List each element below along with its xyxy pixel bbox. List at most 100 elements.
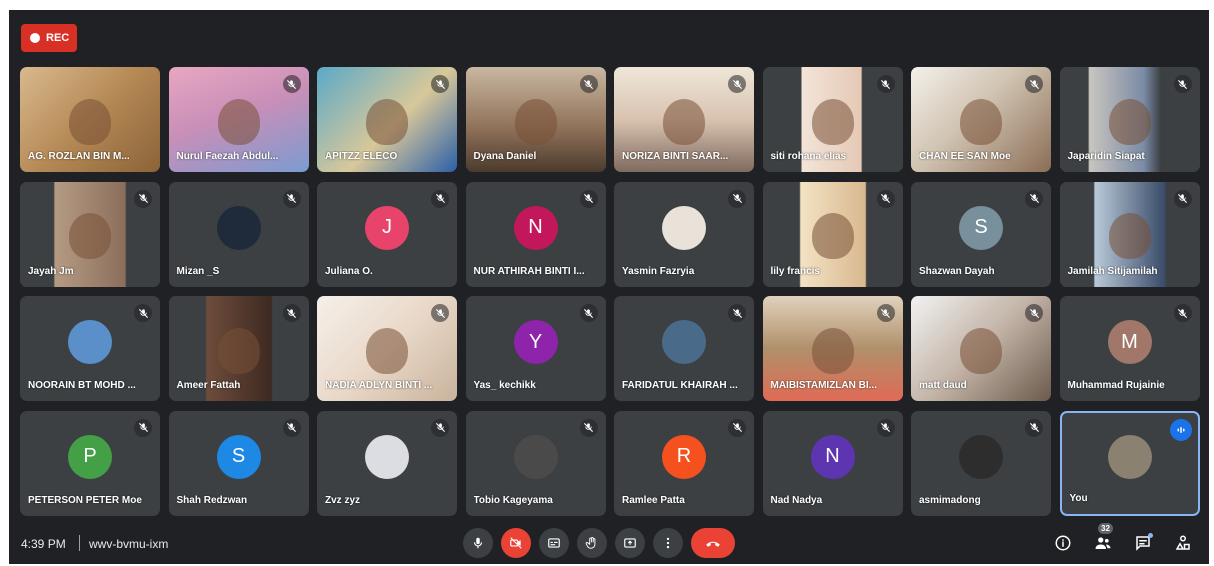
end-call-button[interactable]	[691, 528, 735, 558]
avatar-photo	[662, 320, 706, 365]
participant-name: Zvz zyz	[325, 494, 361, 506]
participant-tile[interactable]: Yasmin Fazryia	[614, 181, 754, 287]
participant-tile[interactable]: APITZZ ELECO	[317, 67, 457, 172]
participant-tile[interactable]: Jamilah Sitijamilah	[1059, 181, 1200, 287]
avatar-initial: P	[68, 434, 112, 479]
participant-name: NORIZA BINTI SAAR...	[622, 151, 729, 162]
mic-off-icon	[728, 304, 746, 322]
participant-tile[interactable]: Dyana Daniel	[465, 67, 606, 172]
info-button[interactable]	[1053, 533, 1073, 553]
mic-off-icon	[876, 189, 895, 208]
participant-tile[interactable]: You	[1059, 410, 1200, 516]
avatar-photo	[513, 434, 558, 479]
participant-tile[interactable]: Ameer Fattah	[168, 296, 309, 401]
participant-face	[1108, 213, 1151, 259]
mic-off-icon	[282, 189, 301, 208]
mic-off-icon	[579, 75, 598, 93]
participant-tile[interactable]: NOORAIN BT MOHD ...	[20, 296, 160, 401]
participant-tile[interactable]: P PETERSON PETER Moe	[20, 410, 160, 516]
participant-face	[217, 327, 260, 374]
participant-tile[interactable]: S Shazwan Dayah	[911, 181, 1051, 287]
mic-off-icon	[1025, 75, 1043, 93]
mic-off-icon	[1173, 75, 1192, 93]
participant-tile[interactable]: lily francis	[762, 181, 903, 287]
participant-tile[interactable]: Jayah Jm	[20, 181, 160, 287]
participant-face	[69, 213, 111, 259]
participant-tile[interactable]: Y Yas_ kechikk	[465, 296, 606, 401]
mic-button[interactable]	[463, 528, 493, 558]
participant-name: Mizan _S	[176, 265, 220, 277]
chat-button[interactable]	[1133, 533, 1153, 553]
mic-off-icon	[431, 418, 449, 437]
participant-tile[interactable]: NORIZA BINTI SAAR...	[614, 67, 754, 172]
end-call-icon	[706, 541, 720, 547]
info-icon	[1055, 535, 1071, 551]
mic-off-icon	[728, 189, 746, 208]
participant-tile[interactable]: N Nad Nadya	[762, 410, 903, 516]
meeting-time: 4:39 PM	[21, 537, 66, 551]
participant-tile[interactable]: Zvz zyz	[317, 410, 457, 516]
mic-off-icon	[282, 304, 301, 322]
participant-tile[interactable]: siti rohana elias	[762, 67, 903, 172]
participant-face	[69, 98, 111, 145]
participant-tile[interactable]: MAIBISTAMIZLAN BI...	[762, 296, 903, 401]
mic-off-icon	[431, 304, 449, 322]
participant-name: Nurul Faezah Abdul...	[176, 151, 279, 162]
mic-off-icon	[876, 418, 895, 437]
participant-name: NUR ATHIRAH BINTI I...	[473, 265, 585, 277]
participant-tile[interactable]: Tobio Kageyama	[465, 410, 606, 516]
participant-name: asmimadong	[919, 494, 981, 506]
participant-tile[interactable]: Mizan _S	[168, 181, 309, 287]
avatar-initial: R	[662, 434, 706, 479]
participant-name: Japaridin Siapat	[1067, 151, 1145, 162]
participant-tile[interactable]: Japaridin Siapat	[1059, 67, 1200, 172]
participant-name: Yasmin Fazryia	[622, 265, 695, 277]
recording-badge: REC	[21, 24, 77, 52]
record-dot-icon	[30, 33, 40, 43]
mic-off-icon	[1173, 189, 1192, 208]
people-icon	[1095, 537, 1111, 549]
people-count-badge: 32	[1098, 523, 1113, 534]
participant-face	[811, 98, 854, 145]
participant-tile[interactable]: R Ramlee Patta	[614, 410, 754, 516]
mic-off-icon	[728, 418, 746, 437]
recording-label: REC	[46, 32, 70, 44]
participant-name: Nad Nadya	[770, 494, 823, 506]
participant-tile[interactable]: CHAN EE SAN Moe	[911, 67, 1051, 172]
more-options-button[interactable]	[653, 528, 683, 558]
mic-off-icon	[1025, 304, 1043, 322]
activities-icon	[1175, 535, 1190, 550]
participant-tile[interactable]: M Muhammad Rujainie	[1059, 296, 1200, 401]
avatar-initial: J	[365, 205, 409, 250]
bottom-bar: 4:39 PM wwv-bvmu-ixm 32	[9, 522, 1209, 564]
present-button[interactable]	[615, 528, 645, 558]
participant-tile[interactable]: FARIDATUL KHAIRAH ...	[614, 296, 754, 401]
avatar-initial: N	[513, 205, 558, 250]
mic-off-icon	[282, 418, 301, 437]
avatar-photo	[662, 205, 706, 250]
participant-tile[interactable]: N NUR ATHIRAH BINTI I...	[465, 181, 606, 287]
participant-face	[1108, 98, 1151, 145]
present-icon	[624, 538, 636, 548]
participant-tile[interactable]: J Juliana O.	[317, 181, 457, 287]
participant-face	[811, 213, 854, 259]
participant-name: Jamilah Sitijamilah	[1067, 265, 1158, 277]
people-button[interactable]: 32	[1093, 523, 1113, 553]
call-controls	[463, 528, 735, 558]
participant-name: Shazwan Dayah	[919, 265, 995, 277]
mic-off-icon	[728, 75, 746, 93]
activities-button[interactable]	[1173, 533, 1193, 553]
avatar-initial: M	[1107, 320, 1152, 365]
camera-button[interactable]	[501, 528, 531, 558]
captions-button[interactable]	[539, 528, 569, 558]
participant-name: Tobio Kageyama	[473, 494, 553, 506]
participant-tile[interactable]: matt daud	[911, 296, 1051, 401]
participant-tile[interactable]: Nurul Faezah Abdul...	[168, 67, 309, 172]
participant-tile[interactable]: asmimadong	[911, 410, 1051, 516]
participant-tile[interactable]: S Shah Redzwan	[168, 410, 309, 516]
participant-face	[960, 98, 1002, 145]
participant-tile[interactable]: NADIA ADLYN BINTI ...	[317, 296, 457, 401]
participant-name: Dyana Daniel	[473, 151, 537, 162]
participant-tile[interactable]: AG. ROZLAN BIN M...	[20, 67, 160, 172]
raise-hand-button[interactable]	[577, 528, 607, 558]
